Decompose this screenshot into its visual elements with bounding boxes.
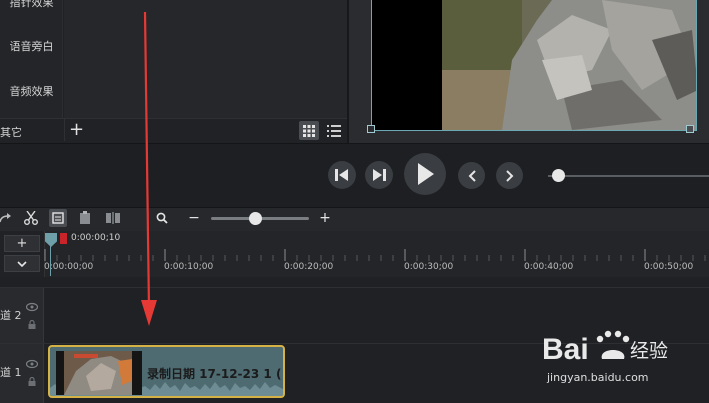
add-tool-button[interactable]: +: [64, 119, 88, 141]
lock-icon[interactable]: [28, 377, 36, 386]
tick-label: 0:00:20;00: [284, 262, 334, 272]
scissors-icon: [24, 211, 38, 225]
eye-icon[interactable]: [26, 302, 38, 312]
playhead-time: 0:00:00;10: [71, 233, 121, 243]
step-forward-button[interactable]: [365, 161, 393, 189]
track-name: 道 1: [0, 366, 22, 379]
sidebar-item-more[interactable]: 其它: [0, 124, 22, 140]
sidebar-item-label: 语音旁白: [9, 40, 54, 53]
clipboard-icon: [80, 211, 90, 224]
paste-button[interactable]: [76, 209, 94, 227]
track-name: 道 2: [0, 309, 22, 322]
lock-icon[interactable]: [28, 320, 36, 329]
resize-handle-bottom-left[interactable]: [367, 125, 375, 133]
playhead-end-marker[interactable]: [60, 233, 67, 244]
media-clip[interactable]: 录制日期 17-12-23 1 (: [48, 345, 285, 398]
tick-label: 0:00:40;00: [524, 262, 574, 272]
tick-label: 0:00:10;00: [164, 262, 214, 272]
tick-label: 0:00:30;00: [404, 262, 454, 272]
chevron-right-icon: [505, 169, 513, 182]
resize-handle-bottom-right[interactable]: [686, 125, 694, 133]
previous-marker-button[interactable]: [458, 162, 485, 189]
grid-icon: [303, 124, 315, 137]
sidebar-item-audio-effects[interactable]: 音频效果: [0, 83, 63, 99]
tools-sidebar: 指针效果 语音旁白 音频效果: [0, 0, 63, 118]
zoom-out-button[interactable]: −: [185, 209, 203, 227]
tick-label: 0:00:00;00: [44, 262, 94, 272]
watermark-brand: Bai: [542, 333, 589, 366]
redo-icon: [0, 213, 11, 223]
eye-icon[interactable]: [26, 359, 38, 369]
watermark-suffix: 经验: [630, 340, 668, 362]
watermark-url: jingyan.baidu.com: [547, 371, 649, 384]
sidebar-item-label: 音频效果: [9, 85, 54, 98]
playhead-line: [50, 246, 51, 276]
chevron-left-icon: [468, 169, 476, 182]
copy-button[interactable]: [49, 209, 67, 227]
step-back-button[interactable]: [328, 161, 356, 189]
sidebar-item-cursor-effects[interactable]: 指针效果: [0, 0, 63, 10]
canvas-preview[interactable]: [371, 0, 697, 131]
split-icon: [106, 212, 120, 224]
copy-icon: [52, 212, 64, 224]
split-button[interactable]: [104, 209, 122, 227]
baidu-jingyan-watermark: Bai 经验: [542, 330, 668, 366]
annotation-arrow: [141, 11, 157, 326]
play-button[interactable]: [404, 153, 446, 195]
playback-scrubber-knob[interactable]: [552, 169, 565, 182]
sidebar-item-label: 指针效果: [9, 0, 54, 9]
video-frame-image: [442, 0, 696, 130]
list-icon: [327, 124, 341, 137]
tick-label: 0:00:50;00: [644, 262, 694, 272]
sidebar-footer: 其它: [0, 118, 347, 143]
list-view-button[interactable]: [324, 121, 344, 140]
zoom-in-button[interactable]: +: [316, 209, 334, 227]
camtasia-editor: 指针效果 语音旁白 音频效果 其它 + − + + 0:00:00;00 0:0…: [0, 0, 709, 403]
sidebar-item-voice-narration[interactable]: 语音旁白: [0, 38, 63, 54]
step-forward-icon: [373, 169, 386, 181]
step-back-icon: [335, 169, 348, 181]
tool-content-panel: [64, 0, 347, 118]
playback-scrubber-track[interactable]: [548, 175, 709, 177]
clip-thumbnail: [56, 351, 142, 395]
clip-title: 录制日期 17-12-23 1 (: [147, 367, 282, 381]
zoom-slider-knob[interactable]: [249, 212, 263, 225]
play-icon: [418, 163, 434, 185]
redo-button[interactable]: [0, 209, 14, 227]
next-marker-button[interactable]: [496, 162, 523, 189]
cut-button[interactable]: [22, 209, 40, 227]
grid-view-button[interactable]: [299, 121, 319, 140]
